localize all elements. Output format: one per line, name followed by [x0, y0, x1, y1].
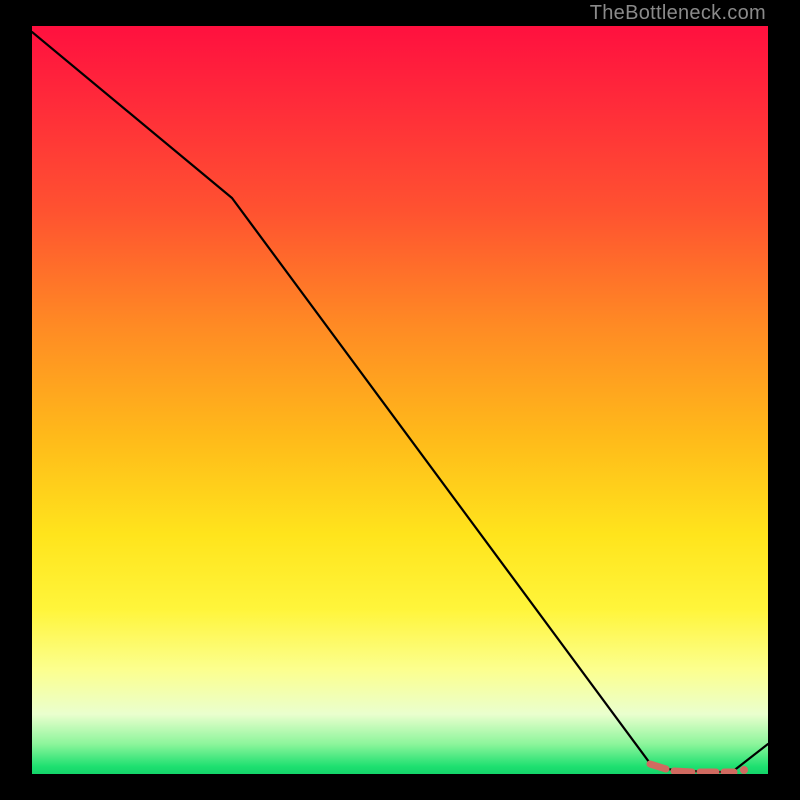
plot-area: [32, 26, 768, 774]
chart-svg: [32, 26, 768, 774]
watermark-text: TheBottleneck.com: [590, 2, 766, 25]
marker-dash: [674, 771, 692, 772]
marker-dash: [650, 764, 666, 769]
bottleneck-curve: [32, 32, 768, 772]
marker-end-dot: [740, 766, 748, 774]
optimal-region-marker: [650, 764, 748, 774]
chart-stage: TheBottleneck.com: [0, 0, 800, 800]
